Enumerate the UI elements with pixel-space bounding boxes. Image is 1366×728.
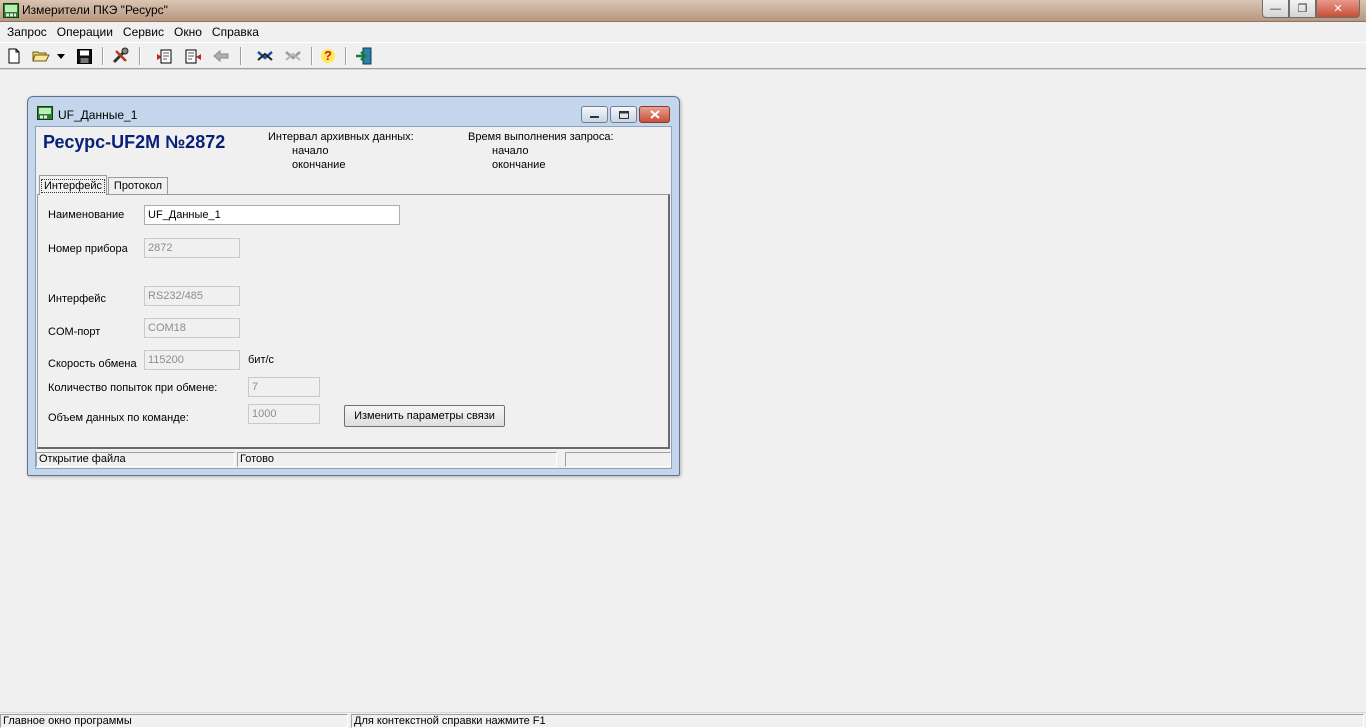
device-number-label: Номер прибора [48,243,128,255]
save-icon [76,48,92,64]
interface-label: Интерфейс [48,293,106,305]
menu-service[interactable]: Сервис [118,25,169,39]
disconnect-icon [285,51,301,61]
open-file-dropdown[interactable] [55,47,67,65]
tab-interface-label: Интерфейс [41,178,105,193]
status-pane-file: Открытие файла [36,452,235,467]
archive-interval-label: Интервал архивных данных: [268,131,414,143]
app-close-button[interactable]: ✕ [1316,0,1360,18]
disconnect-button[interactable] [283,47,303,65]
app-window-controls: — ❐ ✕ [1262,0,1360,19]
toolbar-separator [102,47,104,65]
data-window-client: Ресурс-UF2M №2872 Интервал архивных данн… [35,126,672,469]
menu-bar: Запрос Операции Сервис Окно Справка [0,22,1366,42]
request-end-label: окончание [492,159,546,171]
new-file-icon [8,48,20,64]
data-volume-label: Объем данных по команде: [48,412,189,424]
tab-protocol[interactable]: Протокол [108,177,168,194]
com-port-label: COM-порт [48,326,101,338]
maximize-icon [618,110,629,119]
status-pane-extra [565,452,671,467]
status-main-window: Главное окно программы [0,714,348,728]
dropdown-arrow-icon [57,53,65,59]
device-header-panel: Ресурс-UF2M №2872 Интервал архивных данн… [36,127,671,174]
minimize-icon [590,115,599,118]
close-icon [649,110,660,119]
name-label: Наименование [48,209,125,221]
menu-operations[interactable]: Операции [52,25,118,39]
help-glyph: ? [324,48,332,63]
close-icon: ✕ [1333,3,1343,15]
save-button[interactable] [74,47,94,65]
main-status-bar: Главное окно программы Для контекстной с… [0,712,1366,728]
tools-icon [112,47,129,64]
interface-input[interactable] [144,286,240,306]
exit-icon [356,47,372,65]
data-window-status-bar: Открытие файла Готово [36,451,671,468]
data-window-close-button[interactable] [639,106,670,123]
disabled-action-button[interactable] [211,47,231,65]
menu-window[interactable]: Окно [169,25,207,39]
help-button[interactable]: ? [318,47,338,65]
retries-input[interactable] [248,377,320,397]
new-file-button[interactable] [4,47,24,65]
device-number-input[interactable] [144,238,240,258]
toolbar-separator [240,47,242,65]
data-window-controls [581,106,670,123]
window-meter-icon [37,106,53,120]
menu-request[interactable]: Запрос [2,25,52,39]
app-meter-icon [3,3,19,18]
read-button[interactable] [183,47,203,65]
tab-protocol-label: Протокол [113,180,163,192]
baud-rate-unit: бит/с [248,354,275,366]
read-icon [185,49,201,64]
com-port-input[interactable] [144,318,240,338]
open-file-button[interactable] [31,47,51,65]
request-icon [157,49,172,64]
baud-rate-label: Скорость обмена [48,358,137,370]
data-window[interactable]: UF_Данные_1 Ресурс-UF2M №2872 Интервал а… [27,96,680,476]
data-volume-input[interactable] [248,404,320,424]
interface-tab-panel: Наименование Номер прибора Интерфейс COM… [37,194,670,449]
retries-label: Количество попыток при обмене: [48,382,218,394]
tab-interface[interactable]: Интерфейс [39,175,107,195]
disabled-action-icon [213,49,229,63]
app-title-bar[interactable]: Измерители ПКЭ "Ресурс" — ❐ ✕ [0,0,1366,22]
data-window-title-bar[interactable]: UF_Данные_1 [28,97,679,124]
toolbar-separator [139,47,141,65]
restore-icon: ❐ [1297,3,1308,15]
app-restore-button[interactable]: ❐ [1289,0,1316,18]
app-title: Измерители ПКЭ "Ресурс" [22,3,168,17]
status-pane-state: Готово [237,452,557,467]
status-help-hint: Для контекстной справки нажмите F1 [351,714,1364,728]
request-start-label: начало [492,145,529,157]
toolbar-separator [311,47,313,65]
archive-start-label: начало [292,145,329,157]
exit-button[interactable] [354,47,374,65]
toolbar: ? [0,42,1366,69]
data-window-title: UF_Данные_1 [58,108,138,122]
device-title: Ресурс-UF2M №2872 [43,132,226,152]
minimize-icon: — [1270,2,1281,15]
change-connection-params-button[interactable]: Изменить параметры связи [344,405,505,427]
data-window-maximize-button[interactable] [610,106,637,123]
baud-rate-input[interactable] [144,350,240,370]
data-window-minimize-button[interactable] [581,106,608,123]
menu-help[interactable]: Справка [207,25,264,39]
request-button[interactable] [155,47,175,65]
connect-icon [257,51,273,61]
toolbar-separator [345,47,347,65]
request-time-label: Время выполнения запроса: [468,131,614,143]
archive-end-label: окончание [292,159,346,171]
open-folder-icon [32,51,50,62]
tools-button[interactable] [110,47,130,65]
app-minimize-button[interactable]: — [1262,0,1289,18]
connect-button[interactable] [255,47,275,65]
name-input[interactable] [144,205,400,225]
